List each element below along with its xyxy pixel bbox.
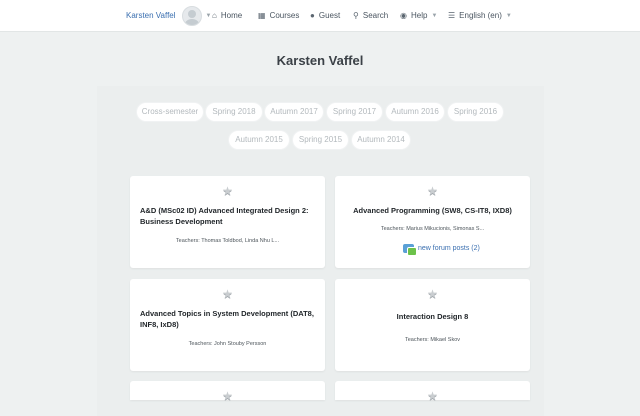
nav-language[interactable]: ☰ English (en) ▼ — [448, 0, 512, 31]
course-card-partial[interactable]: ★ — [130, 381, 325, 403]
course-title[interactable]: Interaction Design 8 — [345, 311, 520, 322]
forum-posts-label: new forum posts (2) — [418, 245, 480, 252]
search-icon: ⚲ — [353, 11, 359, 20]
tab-autumn-2017[interactable]: Autumn 2017 — [265, 103, 323, 121]
course-card[interactable]: ★ Advanced Programming (SW8, CS-IT8, IXD… — [335, 176, 530, 268]
language-icon: ☰ — [448, 11, 456, 20]
course-teachers: Teachers: Thomas Toldbod, Linda Nhu L... — [175, 238, 280, 244]
user-menu[interactable]: Karsten Vaffel ▼ — [126, 0, 211, 31]
forum-posts-link[interactable]: new forum posts (2) — [403, 244, 480, 256]
tab-spring-2016[interactable]: Spring 2016 — [448, 103, 503, 121]
star-icon[interactable]: ★ — [130, 287, 325, 301]
tab-cross-semester[interactable]: Cross-semester — [137, 103, 203, 121]
tab-autumn-2014[interactable]: Autumn 2014 — [352, 131, 410, 149]
avatar — [181, 5, 202, 26]
forum-icon — [403, 244, 417, 256]
top-navigation: Karsten Vaffel ▼ ⌂ Home ▦ Courses ● Gues… — [0, 0, 640, 32]
nav-search[interactable]: ⚲ Search — [353, 0, 388, 31]
chevron-down-icon: ▼ — [505, 12, 512, 19]
star-icon[interactable]: ★ — [130, 184, 325, 198]
life-ring-icon: ◉ — [400, 11, 407, 20]
page-title: Karsten Vaffel — [276, 53, 364, 68]
user-name: Karsten Vaffel — [126, 11, 176, 20]
tab-spring-2018[interactable]: Spring 2018 — [206, 103, 262, 121]
user-icon: ● — [310, 11, 315, 20]
course-card[interactable]: ★ Advanced Topics in System Development … — [130, 279, 325, 371]
course-card[interactable]: ★ Interaction Design 8 Teachers: Mikael … — [335, 279, 530, 371]
nav-help[interactable]: ◉ Help ▼ — [400, 0, 437, 31]
nav-courses-label: Courses — [269, 11, 300, 20]
home-icon: ⌂ — [212, 11, 217, 20]
tab-autumn-2016[interactable]: Autumn 2016 — [386, 103, 444, 121]
chevron-down-icon: ▼ — [205, 12, 212, 19]
nav-home-label: Home — [220, 11, 243, 20]
nav-guest-label: Guest — [318, 11, 341, 20]
nav-guest[interactable]: ● Guest — [310, 0, 340, 31]
course-teachers: Teachers: Marius Mikucionis, Simonas S..… — [380, 226, 485, 232]
nav-courses[interactable]: ▦ Courses — [258, 0, 299, 31]
course-teachers: Teachers: Mikael Skov — [404, 337, 461, 343]
star-icon[interactable]: ★ — [335, 287, 530, 301]
nav-home[interactable]: ⌂ Home — [212, 0, 242, 31]
course-title[interactable]: Advanced Programming (SW8, CS-IT8, IXD8) — [345, 205, 520, 216]
course-teachers: Teachers: John Stouby Persson — [188, 341, 267, 347]
nav-search-label: Search — [362, 11, 389, 20]
tab-autumn-2015[interactable]: Autumn 2015 — [229, 131, 289, 149]
chevron-down-icon: ▼ — [431, 12, 438, 19]
course-card[interactable]: ★ A&D (MSc02 ID) Advanced Integrated Des… — [130, 176, 325, 268]
nav-language-label: English (en) — [459, 11, 502, 20]
tab-spring-2017[interactable]: Spring 2017 — [327, 103, 382, 121]
course-title[interactable]: Advanced Topics in System Development (D… — [140, 308, 315, 330]
course-title[interactable]: A&D (MSc02 ID) Advanced Integrated Desig… — [140, 205, 315, 227]
star-icon[interactable]: ★ — [335, 389, 530, 403]
star-icon[interactable]: ★ — [335, 184, 530, 198]
tab-spring-2015[interactable]: Spring 2015 — [293, 131, 348, 149]
star-icon[interactable]: ★ — [130, 389, 325, 403]
nav-help-label: Help — [410, 11, 428, 20]
sitemap-icon: ▦ — [258, 11, 266, 20]
course-card-partial[interactable]: ★ — [335, 381, 530, 403]
